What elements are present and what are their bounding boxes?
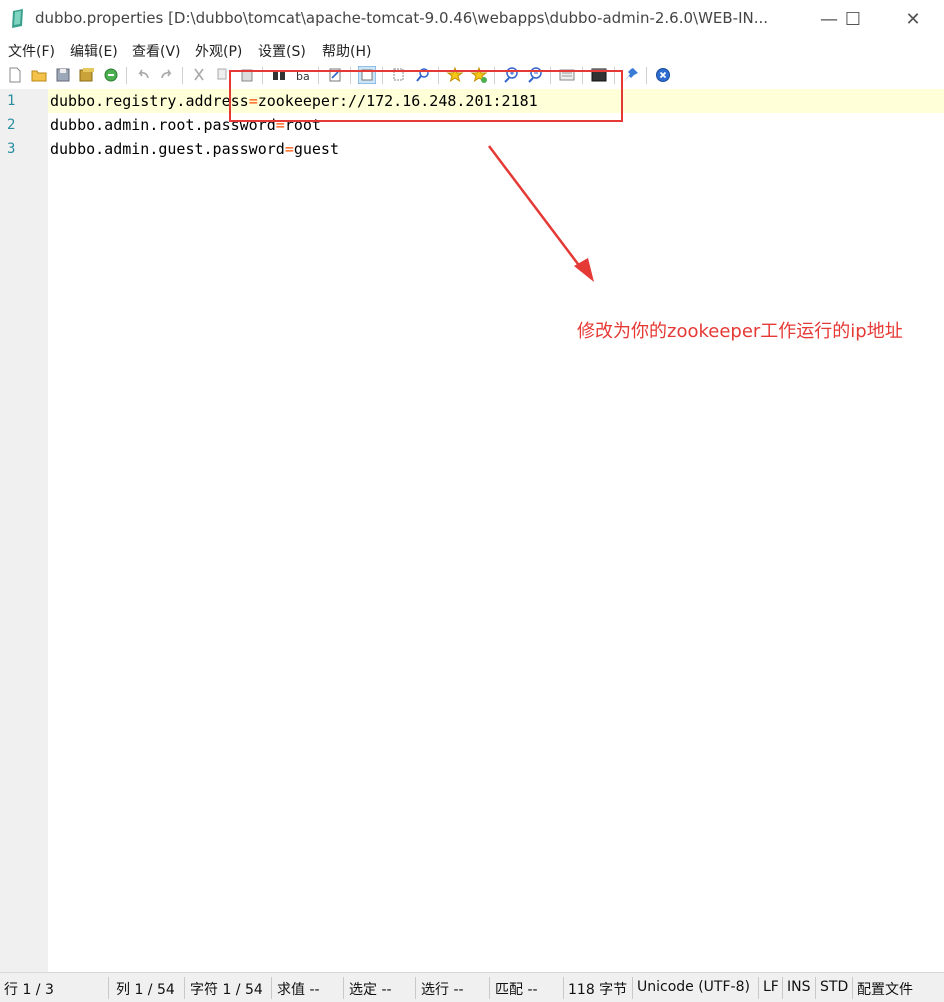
status-encoding[interactable]: Unicode (UTF-8) [637, 979, 750, 995]
code-line[interactable]: dubbo.admin.guest.password=guest [50, 140, 339, 158]
status-selected-lines: 选行 -- [421, 982, 464, 998]
status-selection: 选定 -- [349, 982, 392, 998]
save-icon[interactable] [54, 66, 72, 84]
status-match: 匹配 -- [495, 982, 538, 998]
status-separator [632, 977, 633, 999]
menu-appearance[interactable]: 外观(P) [195, 41, 242, 61]
status-std[interactable]: STD [820, 979, 848, 995]
status-separator [758, 977, 759, 999]
annotation-arrow [488, 145, 594, 282]
status-separator [108, 977, 109, 999]
notepad-app-icon [12, 9, 23, 28]
status-separator [343, 977, 344, 999]
exit-icon[interactable] [654, 66, 672, 84]
annotation-note: 修改为你的zookeeper工作运行的ip地址 [577, 321, 903, 342]
maximize-button[interactable]: ☐ [830, 0, 876, 38]
status-eval: 求值 -- [277, 982, 320, 998]
status-separator [489, 977, 490, 999]
menu-file[interactable]: 文件(F) [8, 41, 55, 61]
maximize-icon: ☐ [844, 8, 862, 30]
cut-icon[interactable] [190, 66, 208, 84]
editor-area[interactable]: 1 2 3 dubbo.registry.address=zookeeper:/… [0, 89, 944, 972]
new-file-icon[interactable] [6, 66, 24, 84]
save-all-icon[interactable] [78, 66, 96, 84]
undo-icon[interactable] [134, 66, 152, 84]
property-key: dubbo.registry.address [50, 92, 249, 110]
equals-sign: = [284, 140, 294, 158]
pin-icon[interactable] [622, 66, 640, 84]
status-bar: 行 1 / 3 列 1 / 54 字符 1 / 54 求值 -- 选定 -- 选… [0, 972, 944, 1002]
property-value: guest [293, 140, 339, 158]
toolbar-separator [646, 67, 647, 84]
annotation-highlight-box [229, 70, 623, 122]
line-number: 3 [7, 141, 16, 157]
close-icon: ✕ [905, 8, 921, 30]
status-separator [563, 977, 564, 999]
menu-view[interactable]: 查看(V) [132, 41, 181, 61]
status-char: 字符 1 / 54 [190, 982, 263, 998]
status-separator [782, 977, 783, 999]
menu-settings[interactable]: 设置(S) [258, 41, 306, 61]
status-eol[interactable]: LF [763, 979, 779, 995]
open-icon[interactable] [30, 66, 48, 84]
status-separator [184, 977, 185, 999]
status-scheme[interactable]: 配置文件 [857, 979, 913, 999]
status-bytes: 118 字节 [568, 982, 628, 998]
line-number: 1 [7, 93, 16, 109]
menu-bar: 文件(F) 编辑(E) 查看(V) 外观(P) 设置(S) 帮助(H) [0, 38, 944, 62]
status-separator [271, 977, 272, 999]
status-separator [852, 977, 853, 999]
status-separator [415, 977, 416, 999]
property-key: dubbo.admin.guest.password [50, 140, 285, 158]
status-ins[interactable]: INS [787, 979, 811, 995]
toolbar-separator [182, 67, 183, 84]
menu-help[interactable]: 帮助(H) [322, 41, 371, 61]
line-number: 2 [7, 117, 16, 133]
window-title: dubbo.properties [D:\dubbo\tomcat\apache… [35, 9, 769, 27]
menu-edit[interactable]: 编辑(E) [70, 41, 118, 61]
status-column: 列 1 / 54 [116, 982, 175, 998]
toolbar-separator [126, 67, 127, 84]
status-separator [815, 977, 816, 999]
redo-icon[interactable] [158, 66, 176, 84]
title-bar: dubbo.properties [D:\dubbo\tomcat\apache… [0, 0, 944, 38]
revert-icon[interactable] [102, 66, 120, 84]
line-number-gutter [0, 89, 48, 972]
status-line: 行 1 / 3 [4, 982, 54, 998]
close-button[interactable]: ✕ [890, 0, 936, 38]
